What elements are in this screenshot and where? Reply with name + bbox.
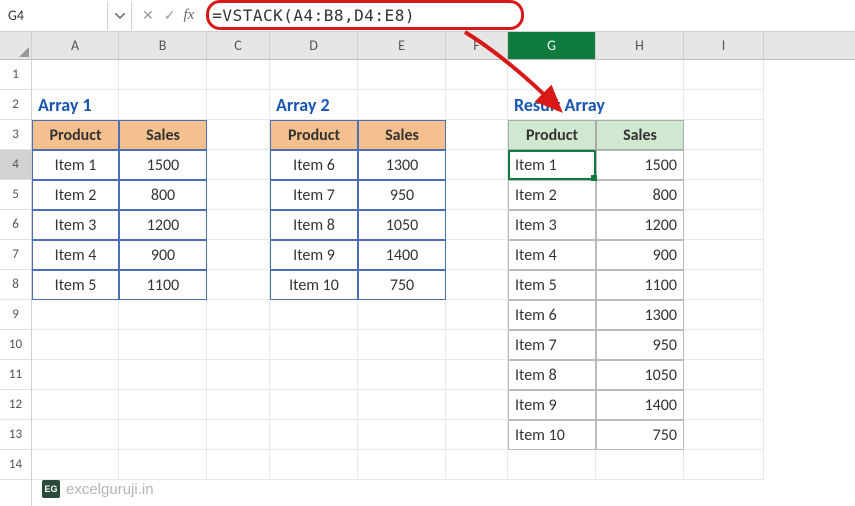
row-header-4[interactable]: 4 (0, 150, 31, 180)
table-cell[interactable]: Item 5 (32, 270, 119, 300)
result-header-sales[interactable]: Sales (596, 120, 684, 150)
table-cell[interactable]: 1500 (596, 150, 684, 180)
table-cell[interactable]: Item 9 (270, 240, 358, 270)
row-header-12[interactable]: 12 (0, 390, 31, 420)
table-cell[interactable]: Item 6 (508, 300, 596, 330)
table-cell[interactable]: Item 1 (508, 150, 596, 180)
row-header-9[interactable]: 9 (0, 300, 31, 330)
array1-title[interactable]: Array 1 (32, 90, 119, 120)
table-cell[interactable]: Item 4 (32, 240, 119, 270)
chevron-down-icon (115, 13, 125, 19)
row-header-7[interactable]: 7 (0, 240, 31, 270)
confirm-icon[interactable]: ✓ (162, 7, 178, 24)
table-cell[interactable]: Item 1 (32, 150, 119, 180)
table-cell[interactable]: Item 3 (508, 210, 596, 240)
name-box[interactable]: G4 (0, 2, 108, 30)
array1-header-sales[interactable]: Sales (119, 120, 207, 150)
select-all-corner[interactable] (0, 32, 31, 60)
cell-grid[interactable]: Array 1 Array 2 Result Array Product Sal… (32, 60, 855, 480)
col-header-A[interactable]: A (32, 32, 119, 59)
formula-bar-controls: ✕ ✓ fx (132, 7, 202, 24)
col-header-C[interactable]: C (207, 32, 270, 59)
row-header-3[interactable]: 3 (0, 120, 31, 150)
grid-area: A B C D E F G H I Array 1 Array 2 Result… (32, 32, 855, 506)
table-cell[interactable]: 750 (358, 270, 446, 300)
table-cell[interactable]: 1200 (119, 210, 207, 240)
formula-bar: G4 ✕ ✓ fx =VSTACK(A4:B8,D4:E8) (0, 0, 855, 32)
table-cell[interactable]: Item 6 (270, 150, 358, 180)
table-cell[interactable]: 750 (596, 420, 684, 450)
watermark-logo-icon: EG (42, 480, 60, 498)
table-cell[interactable]: Item 4 (508, 240, 596, 270)
array2-header-sales[interactable]: Sales (358, 120, 446, 150)
array2-header-product[interactable]: Product (270, 120, 358, 150)
formula-input[interactable]: =VSTACK(A4:B8,D4:E8) (202, 2, 855, 30)
table-cell[interactable]: 950 (596, 330, 684, 360)
col-header-E[interactable]: E (358, 32, 446, 59)
result-title[interactable]: Result Array (508, 90, 596, 120)
table-cell[interactable]: 1300 (358, 150, 446, 180)
col-header-D[interactable]: D (270, 32, 358, 59)
table-cell[interactable]: Item 5 (508, 270, 596, 300)
table-cell[interactable]: Item 2 (508, 180, 596, 210)
row-header-8[interactable]: 8 (0, 270, 31, 300)
col-header-H[interactable]: H (596, 32, 684, 59)
table-cell[interactable]: Item 8 (508, 360, 596, 390)
table-cell[interactable]: Item 10 (270, 270, 358, 300)
fx-icon[interactable]: fx (183, 7, 194, 24)
table-cell[interactable]: 1300 (596, 300, 684, 330)
row-header-6[interactable]: 6 (0, 210, 31, 240)
table-cell[interactable]: Item 8 (270, 210, 358, 240)
table-cell[interactable]: 900 (119, 240, 207, 270)
table-cell[interactable]: Item 2 (32, 180, 119, 210)
table-cell[interactable]: 900 (596, 240, 684, 270)
col-header-B[interactable]: B (119, 32, 207, 59)
row-header-10[interactable]: 10 (0, 330, 31, 360)
row-header-2[interactable]: 2 (0, 90, 31, 120)
table-cell[interactable]: 950 (358, 180, 446, 210)
array2-title[interactable]: Array 2 (270, 90, 358, 120)
table-cell[interactable]: 1400 (358, 240, 446, 270)
row-header-13[interactable]: 13 (0, 420, 31, 450)
row-header-1[interactable]: 1 (0, 60, 31, 90)
table-cell[interactable]: Item 10 (508, 420, 596, 450)
watermark: EG excelguruji.in (42, 480, 154, 498)
row-header-11[interactable]: 11 (0, 360, 31, 390)
table-cell[interactable]: Item 7 (270, 180, 358, 210)
col-header-F[interactable]: F (446, 32, 508, 59)
table-cell[interactable]: 1100 (596, 270, 684, 300)
row-header-5[interactable]: 5 (0, 180, 31, 210)
formula-text: =VSTACK(A4:B8,D4:E8) (212, 6, 415, 25)
row-headers: 1 2 3 4 5 6 7 8 9 10 11 12 13 14 (0, 32, 32, 506)
table-cell[interactable]: 1050 (596, 360, 684, 390)
name-box-dropdown[interactable] (108, 2, 132, 30)
result-header-product[interactable]: Product (508, 120, 596, 150)
table-cell[interactable]: 1200 (596, 210, 684, 240)
col-header-G[interactable]: G (508, 32, 596, 59)
cancel-icon[interactable]: ✕ (140, 7, 156, 24)
row-header-14[interactable]: 14 (0, 450, 31, 480)
col-header-I[interactable]: I (684, 32, 764, 59)
column-headers: A B C D E F G H I (32, 32, 855, 60)
table-cell[interactable]: 1050 (358, 210, 446, 240)
watermark-text: excelguruji.in (66, 481, 154, 498)
table-cell[interactable]: Item 7 (508, 330, 596, 360)
table-cell[interactable]: 800 (119, 180, 207, 210)
table-cell[interactable]: 1100 (119, 270, 207, 300)
table-cell[interactable]: 1500 (119, 150, 207, 180)
table-cell[interactable]: Item 3 (32, 210, 119, 240)
array1-header-product[interactable]: Product (32, 120, 119, 150)
table-cell[interactable]: Item 9 (508, 390, 596, 420)
table-cell[interactable]: 800 (596, 180, 684, 210)
worksheet: 1 2 3 4 5 6 7 8 9 10 11 12 13 14 A B C D… (0, 32, 855, 506)
table-cell[interactable]: 1400 (596, 390, 684, 420)
